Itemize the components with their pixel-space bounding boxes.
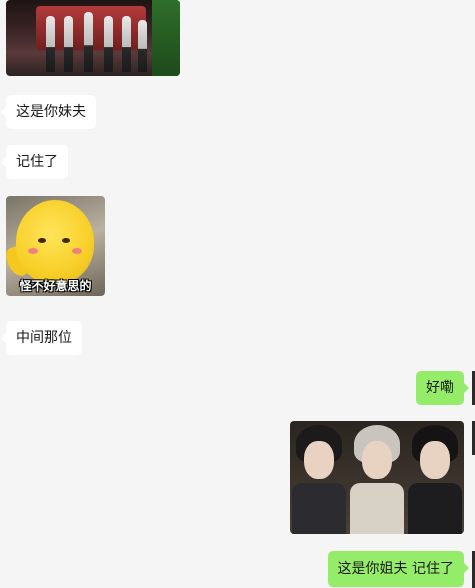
stage-foliage — [152, 0, 180, 76]
dancer-figure — [138, 20, 147, 72]
message-text: 这是你姐夫 记住了 — [337, 561, 454, 577]
sticker-blush — [28, 248, 38, 254]
sticker-character — [16, 200, 94, 284]
portrait-person — [406, 421, 464, 534]
message-bubble-incoming[interactable]: 记住了 — [1, 145, 68, 179]
portrait-person — [290, 421, 348, 534]
message-image-portraits[interactable] — [290, 421, 464, 534]
message-bubble-incoming[interactable]: 中间那位 — [1, 321, 82, 355]
message-bubble-incoming[interactable]: 这是你妹夫 — [1, 95, 96, 129]
message-sticker[interactable]: 怪不好意思的 — [6, 196, 105, 296]
message-image-stage[interactable] — [6, 0, 180, 76]
portrait-robe — [292, 483, 346, 534]
message-text: 这是你妹夫 — [16, 104, 86, 120]
sticker-blush — [72, 248, 82, 254]
sticker-eye — [38, 238, 46, 243]
dancer-figure — [104, 16, 113, 72]
portrait-face — [420, 441, 450, 479]
message-text: 好嘞 — [426, 380, 454, 396]
chat-area: 这是你妹夫 记住了 怪不好意思的 中间那位 好嘞 这是你姐夫 记住了 — [0, 0, 475, 588]
portrait-face — [362, 441, 392, 479]
dancer-figure — [122, 16, 131, 72]
dancer-figure — [46, 16, 55, 72]
portrait-face — [304, 441, 334, 479]
portrait-person — [348, 421, 406, 534]
portrait-robe — [350, 483, 404, 534]
message-bubble-outgoing[interactable]: 好嘞 — [416, 371, 469, 405]
message-text: 中间那位 — [16, 330, 72, 346]
portrait-robe — [408, 483, 462, 534]
dancer-figure — [64, 16, 73, 72]
sticker-eye — [62, 238, 70, 243]
message-text: 记住了 — [16, 154, 58, 170]
sticker-caption: 怪不好意思的 — [19, 279, 92, 293]
message-bubble-outgoing[interactable]: 这是你姐夫 记住了 — [327, 551, 470, 587]
dancer-figure — [84, 12, 93, 72]
